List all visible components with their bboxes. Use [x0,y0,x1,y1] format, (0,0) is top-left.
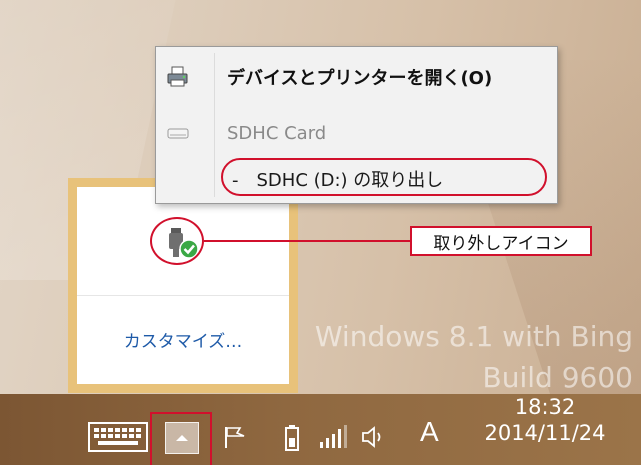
watermark-line1: Windows 8.1 with Bing [314,320,633,353]
callout-line [204,240,410,242]
taskbar: A 18:32 2014/11/24 [0,394,641,465]
clock[interactable]: 18:32 2014/11/24 [455,394,635,445]
eject-highlight-ring [221,158,547,196]
clock-date: 2014/11/24 [484,421,606,445]
menu-item-label: SDHC Card [227,122,327,144]
touch-keyboard-icon[interactable] [88,422,148,452]
network-signal-icon[interactable] [318,424,348,450]
drive-icon [166,121,190,145]
printer-icon [166,65,190,89]
tray-overflow-flyout: カスタマイズ… [68,178,298,393]
menu-item-label: デバイスとプリンターを開く(O) [227,68,493,89]
action-center-flag-icon[interactable] [222,424,248,450]
os-watermark: Windows 8.1 with Bing Build 9600 [315,316,633,398]
icon-highlight-ring [150,217,204,265]
menu-item-open-devices-printers[interactable]: デバイスとプリンターを開く(O) [156,57,557,97]
battery-icon[interactable] [284,424,300,452]
menu-item-sdhc-card: SDHC Card [156,113,557,153]
customize-link[interactable]: カスタマイズ… [77,295,289,383]
usb-context-menu: デバイスとプリンターを開く(O) SDHC Card - SDHC (D:) の… [155,46,558,204]
ime-mode-indicator[interactable]: A [420,416,439,448]
tray-overflow-panel: カスタマイズ… [77,187,289,384]
volume-icon[interactable] [360,424,388,450]
callout-label: 取り外しアイコン [410,226,592,256]
overflow-highlight-box [150,412,212,465]
clock-time: 18:32 [514,395,576,419]
watermark-line2: Build 9600 [482,361,633,394]
